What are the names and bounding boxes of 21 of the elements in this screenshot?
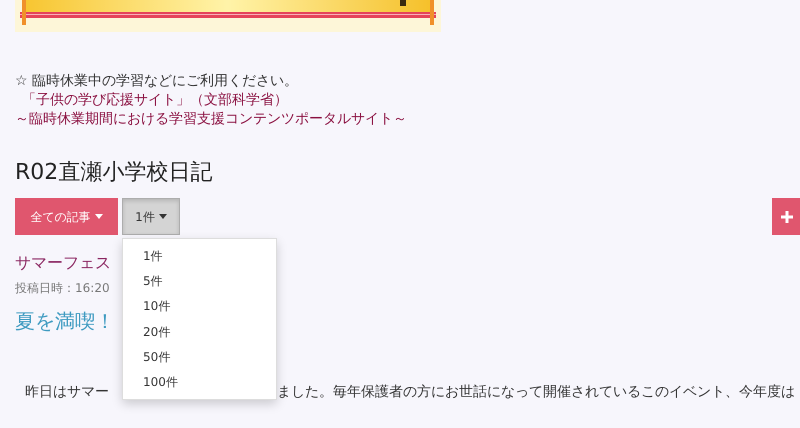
article-body-text: 昨日はサマー [25,383,110,402]
page-title: R02直瀬小学校日記 [14,159,214,187]
article-heading: 夏を満喫！ [15,308,115,335]
dropdown-option[interactable]: 100件 [123,369,276,395]
add-button[interactable] [772,198,800,235]
article-body-text: ました。毎年保護者の方にお世話になって開催されているこのイベント、今年度は [277,383,795,402]
dropdown-option[interactable]: 50件 [123,344,276,370]
dropdown-option[interactable]: 20件 [123,318,276,344]
notice-text: ☆ 臨時休業中の学習などにご利用ください。 [15,72,300,91]
caret-icon [94,214,102,219]
dropdown-option[interactable]: 10件 [123,294,276,319]
dropdown-option[interactable]: 1件 [123,243,276,268]
notice-link[interactable]: 「子供の学び応援サイト」（文部科学省） [15,92,288,108]
dropdown-option[interactable]: 5件 [123,268,276,294]
plus-icon [781,210,793,222]
count-dropdown-button[interactable]: 1件 [122,198,180,235]
article-title[interactable]: サマーフェス [15,251,111,275]
category-button[interactable]: 全ての記事 [15,198,118,235]
caret-icon [158,214,167,219]
post-meta: 投稿日時：16:20 [15,280,110,297]
notice-link[interactable]: ～臨時休業期間における学習支援コンテンツポータルサイト～ [15,111,407,127]
